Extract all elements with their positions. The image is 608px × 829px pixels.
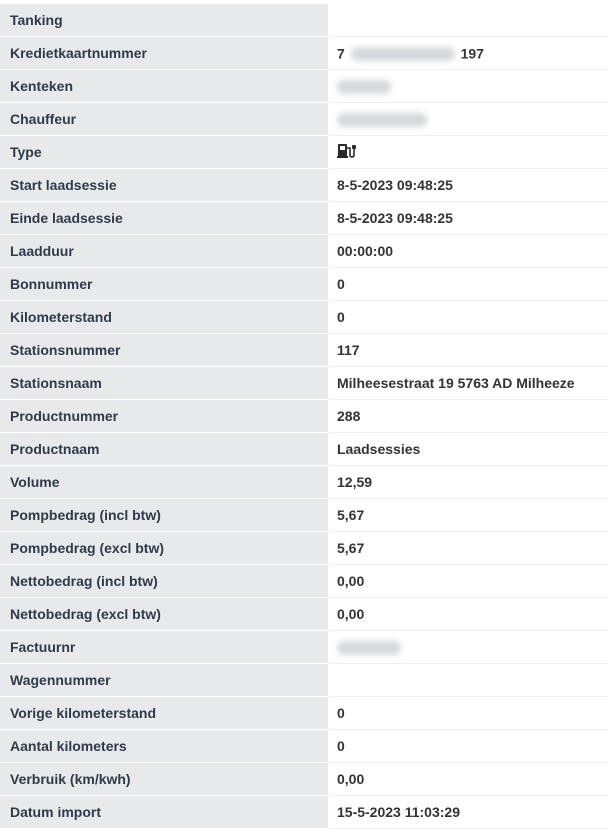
row-label-kenteken: Kenteken [0,70,329,103]
row-label-productnaam: Productnaam [0,433,329,466]
row-label-kilometerstand: Kilometerstand [0,301,329,334]
row-label-start-laadsessie: Start laadsessie [0,169,329,202]
row-value-pompbedrag-incl: 5,67 [329,499,608,532]
row-value-verbruik: 0,00 [329,763,608,796]
row-label-aantal-kilometers: Aantal kilometers [0,730,329,763]
row-value-pompbedrag-excl: 5,67 [329,532,608,565]
table-row: Pompbedrag (incl btw) 5,67 [0,499,608,532]
table-row: Kredietkaartnummer 7 197 [0,37,608,70]
row-value-productnaam: Laadsessies [329,433,608,466]
table-row: Volume 12,59 [0,466,608,499]
row-label-kredietkaartnummer: Kredietkaartnummer [0,37,329,70]
row-label-chauffeur: Chauffeur [0,103,329,136]
row-value-einde-laadsessie: 8-5-2023 09:48:25 [329,202,608,235]
row-label-vorige-kilometerstand: Vorige kilometerstand [0,697,329,730]
card-number-prefix: 7 [337,46,345,62]
row-label-wagennummer: Wagennummer [0,664,329,697]
row-value-laadduur: 00:00:00 [329,235,608,268]
row-value-wagennummer [329,664,608,697]
table-row: Type [0,136,608,169]
table-row: Wagennummer [0,664,608,697]
redacted-factuurnr [337,641,401,655]
table-row: Datum import 15-5-2023 11:03:29 [0,796,608,829]
row-value-tanking [329,4,608,37]
table-row: Productnaam Laadsessies [0,433,608,466]
redacted-kenteken [337,80,391,94]
row-value-datum-import: 15-5-2023 11:03:29 [329,796,608,829]
row-value-nettobedrag-excl: 0,00 [329,598,608,631]
row-label-nettobedrag-excl: Nettobedrag (excl btw) [0,598,329,631]
row-value-stationsnummer: 117 [329,334,608,367]
row-value-bonnummer: 0 [329,268,608,301]
row-value-productnummer: 288 [329,400,608,433]
transaction-detail-table: Tanking Kredietkaartnummer 7 197 Kenteke… [0,4,608,829]
row-label-stationsnummer: Stationsnummer [0,334,329,367]
row-label-laadduur: Laadduur [0,235,329,268]
ev-charging-station-icon [337,143,357,162]
card-number-suffix: 197 [461,46,484,62]
row-label-volume: Volume [0,466,329,499]
table-row: Factuurnr [0,631,608,664]
row-value-chauffeur [329,103,608,136]
redacted-card-digits [351,47,455,61]
table-row: Nettobedrag (excl btw) 0,00 [0,598,608,631]
table-row: Chauffeur [0,103,608,136]
row-value-start-laadsessie: 8-5-2023 09:48:25 [329,169,608,202]
row-label-tanking: Tanking [0,4,329,37]
row-label-factuurnr: Factuurnr [0,631,329,664]
row-value-stationsnaam: Milheesestraat 19 5763 AD Milheeze [329,367,608,400]
row-value-kilometerstand: 0 [329,301,608,334]
table-row: Laadduur 00:00:00 [0,235,608,268]
row-value-factuurnr [329,631,608,664]
table-row: Einde laadsessie 8-5-2023 09:48:25 [0,202,608,235]
table-row: Kenteken [0,70,608,103]
row-label-bonnummer: Bonnummer [0,268,329,301]
table-row: Stationsnaam Milheesestraat 19 5763 AD M… [0,367,608,400]
row-label-stationsnaam: Stationsnaam [0,367,329,400]
row-value-volume: 12,59 [329,466,608,499]
row-label-productnummer: Productnummer [0,400,329,433]
row-label-verbruik: Verbruik (km/kwh) [0,763,329,796]
table-row: Vorige kilometerstand 0 [0,697,608,730]
table-row: Aantal kilometers 0 [0,730,608,763]
table-row: Tanking [0,4,608,37]
row-value-vorige-kilometerstand: 0 [329,697,608,730]
row-label-nettobedrag-incl: Nettobedrag (incl btw) [0,565,329,598]
table-row: Stationsnummer 117 [0,334,608,367]
row-value-kenteken [329,70,608,103]
row-value-nettobedrag-incl: 0,00 [329,565,608,598]
redacted-chauffeur [337,113,427,127]
table-row: Productnummer 288 [0,400,608,433]
row-label-einde-laadsessie: Einde laadsessie [0,202,329,235]
row-value-aantal-kilometers: 0 [329,730,608,763]
table-row: Verbruik (km/kwh) 0,00 [0,763,608,796]
table-row: Kilometerstand 0 [0,301,608,334]
table-row: Start laadsessie 8-5-2023 09:48:25 [0,169,608,202]
row-label-datum-import: Datum import [0,796,329,829]
table-row: Pompbedrag (excl btw) 5,67 [0,532,608,565]
table-row: Nettobedrag (incl btw) 0,00 [0,565,608,598]
row-value-kredietkaartnummer: 7 197 [329,37,608,70]
row-label-pompbedrag-excl: Pompbedrag (excl btw) [0,532,329,565]
row-value-type [329,136,608,169]
row-label-pompbedrag-incl: Pompbedrag (incl btw) [0,499,329,532]
table-row: Bonnummer 0 [0,268,608,301]
row-label-type: Type [0,136,329,169]
